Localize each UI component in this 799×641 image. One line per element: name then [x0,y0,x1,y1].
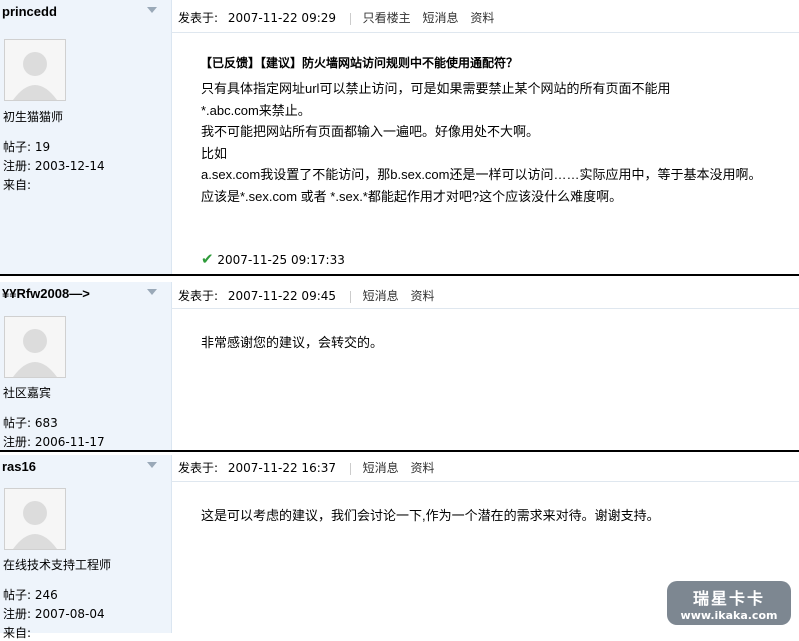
author-rank: 在线技术支持工程师 [3,558,112,572]
message-link[interactable]: 短消息 [363,461,399,475]
message-link[interactable]: 短消息 [423,11,459,25]
author-rank: 初生猫猫师 [3,110,64,124]
post-header: 发表于: 2007-11-22 16:37 短消息 资料 [171,455,799,482]
post-line: a.sex.com我设置了不能访问，那b.sex.com还是一样可以访问……实际… [201,167,762,182]
posted-label: 发表于: [178,11,219,25]
register-date: 注册: 2006-11-17 [3,435,105,449]
post-line: 比如 [201,145,228,161]
divider [349,290,351,303]
author-name[interactable]: ¥¥Rfw2008—> [2,286,90,301]
only-author-link[interactable]: 只看楼主 [363,11,411,25]
post-body: 非常感谢您的建议，会转交的。 [201,335,384,350]
avatar[interactable] [4,488,66,550]
post-meta: 发表于: 2007-11-22 16:37 短消息 资料 [178,459,443,476]
divider [349,462,351,475]
post-1: princedd 初生猫猫师 帖子: 19 注册: 2003-12-14 来自:… [0,0,799,274]
avatar[interactable] [4,39,66,101]
post-datetime: 2007-11-22 16:37 [227,461,337,475]
feedback-time: 2007-11-25 09:17:33 [217,253,345,267]
post-line: 只有具体指定网址url可以禁止访问，可是如果需要禁止某个网站的所有页面不能用 [201,81,671,96]
post-count: 帖子: 683 [3,416,58,430]
posted-label: 发表于: [178,289,219,303]
register-date: 注册: 2007-08-04 [3,607,105,621]
feedback-status: ✔ 2007-11-25 09:17:33 [201,250,345,268]
register-date: 注册: 2003-12-14 [3,159,105,173]
divider [349,12,351,25]
author-menu-icon[interactable] [147,7,157,13]
ikaka-watermark-logo: 瑞星卡卡 www.ikaka.com [667,581,791,625]
profile-link[interactable]: 资料 [470,11,494,25]
post-datetime: 2007-11-22 09:45 [227,289,337,303]
author-rank: 社区嘉宾 [3,386,52,400]
avatar[interactable] [4,316,66,378]
check-icon: ✔ [201,250,214,268]
watermark-url: www.ikaka.com [680,609,778,622]
post-header: 发表于: 2007-11-22 09:29 只看楼主 短消息 资料 [171,0,799,33]
profile-link[interactable]: 资料 [411,461,435,475]
post-meta: 发表于: 2007-11-22 09:29 只看楼主 短消息 资料 [178,9,502,26]
thread-title: 【已反馈】【建议】防火墙网站访问规则中不能使用通配符？ [200,56,519,70]
post-body: 只有具体指定网址url可以禁止访问，可是如果需要禁止某个网站的所有页面不能用 *… [201,78,762,207]
watermark-brand: 瑞星卡卡 [692,589,765,608]
posted-label: 发表于: [178,461,219,475]
author-menu-icon[interactable] [147,289,157,295]
author-sidebar: ras16 在线技术支持工程师 帖子: 246 注册: 2007-08-04 来… [0,455,172,640]
post-count: 帖子: 246 [3,588,58,602]
post-line: *.abc.com来禁止。 [201,102,311,118]
post-header: 发表于: 2007-11-22 09:45 短消息 资料 [171,282,799,309]
author-name[interactable]: princedd [2,4,57,19]
post-divider [0,450,799,452]
location-label: 来自: [3,178,32,192]
post-datetime: 2007-11-22 09:29 [227,11,337,25]
post-count: 帖子: 19 [3,140,51,154]
message-link[interactable]: 短消息 [363,289,399,303]
post-line: 我不可能把网站所有页面都输入一遍吧。好像用处不大啊。 [201,124,540,139]
author-sidebar: princedd 初生猫猫师 帖子: 19 注册: 2003-12-14 来自: [0,0,172,274]
post-2: ¥¥Rfw2008—> 社区嘉宾 帖子: 683 注册: 2006-11-17 … [0,282,799,450]
post-divider [0,274,799,276]
author-sidebar: ¥¥Rfw2008—> 社区嘉宾 帖子: 683 注册: 2006-11-17 [0,282,172,450]
post-meta: 发表于: 2007-11-22 09:45 短消息 资料 [178,287,443,304]
profile-link[interactable]: 资料 [411,289,435,303]
author-name[interactable]: ras16 [2,459,36,474]
post-line: 应该是*.sex.com 或者 *.sex.*都能起作用才对吧?这个应该没什么难… [201,188,623,204]
post-body: 这是可以考虑的建议，我们会讨论一下,作为一个潜在的需求来对待。谢谢支持。 [201,508,660,523]
author-menu-icon[interactable] [147,462,157,468]
